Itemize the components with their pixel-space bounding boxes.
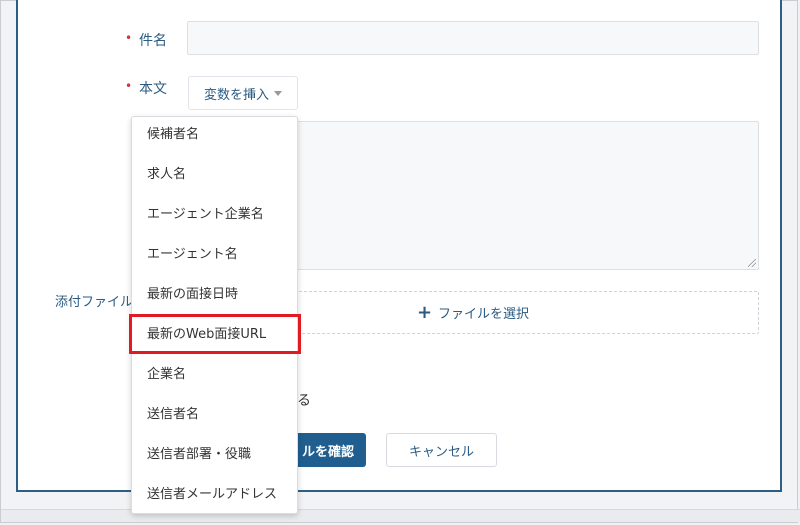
- required-mark: •: [125, 79, 133, 93]
- required-mark: •: [125, 31, 133, 45]
- variable-menu-item[interactable]: 候補者名: [132, 117, 297, 155]
- variable-menu-item[interactable]: 送信者部署・役職: [132, 435, 297, 475]
- confirm-button-label: ルを確認: [301, 444, 354, 460]
- option-label: る: [297, 393, 311, 409]
- variable-menu-item[interactable]: 求人名: [132, 155, 297, 195]
- variable-dropdown-menu: 候補者名 求人名 エージェント企業名 エージェント名 最新の面接日時 最新のWe…: [131, 116, 298, 514]
- resize-handle-icon[interactable]: [748, 259, 756, 267]
- attachment-label: 添付ファイル: [55, 295, 134, 310]
- bottom-strip: [1, 509, 800, 522]
- subject-label: 件名: [139, 33, 167, 49]
- variable-menu-item[interactable]: エージェント名: [132, 235, 297, 275]
- variable-menu-item[interactable]: 最新のWeb面接URL: [132, 315, 297, 355]
- insert-variable-label: 変数を挿入: [203, 87, 269, 103]
- insert-variable-button[interactable]: 変数を挿入: [188, 76, 298, 110]
- variable-menu-item[interactable]: 送信者メールアドレス: [132, 475, 297, 515]
- variable-menu-item[interactable]: 送信者名: [132, 395, 297, 435]
- variable-menu-item[interactable]: 企業名: [132, 355, 297, 395]
- plus-icon: +: [416, 301, 433, 323]
- subject-input[interactable]: [187, 21, 759, 55]
- variable-menu-item[interactable]: エージェント企業名: [132, 195, 297, 235]
- variable-menu-item[interactable]: 最新の面接日時: [132, 275, 297, 315]
- cancel-button-label: キャンセル: [408, 444, 474, 460]
- caret-down-icon: [274, 90, 282, 96]
- body-label: 本文: [139, 81, 167, 97]
- file-select-label: ファイルを選択: [438, 307, 530, 322]
- cancel-button[interactable]: キャンセル: [386, 433, 497, 467]
